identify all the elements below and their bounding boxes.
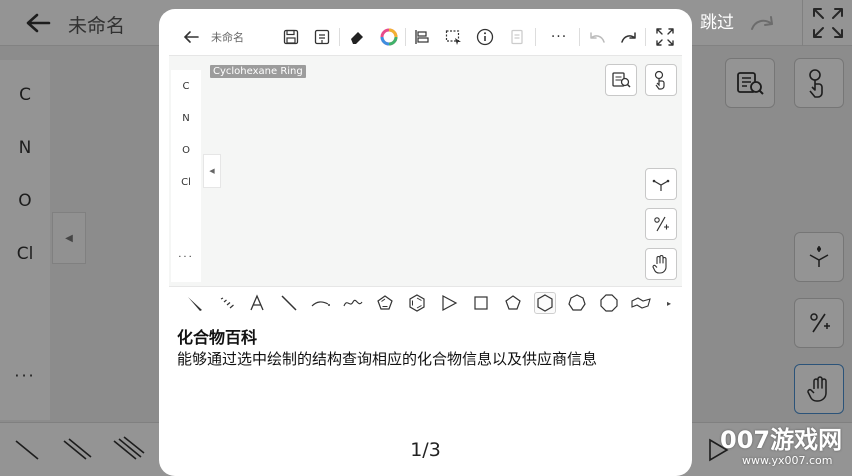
preview-element-palette: C N O Cl ··· xyxy=(171,70,201,282)
arrow-icon xyxy=(310,292,332,314)
benzene-icon xyxy=(406,292,428,314)
scroll-right-icon: ▸ xyxy=(666,298,671,308)
skip-button[interactable]: 跳过 xyxy=(690,10,744,36)
triangle-icon xyxy=(438,292,460,314)
cyclopentadiene-icon xyxy=(374,292,396,314)
square-icon xyxy=(470,292,492,314)
functional-group-icon xyxy=(645,168,677,200)
charge-tool-icon xyxy=(645,208,677,240)
tutorial-card: 未命名 ··· Cyclohexane Ring C N O Cl ··· ◀ … xyxy=(159,9,692,476)
preview-document-title: 未命名 xyxy=(211,31,244,44)
color-wheel-icon xyxy=(379,27,399,47)
selection-icon xyxy=(444,27,464,47)
feature-title: 化合物百科 xyxy=(177,328,258,347)
wedge-bond-icon xyxy=(184,292,206,314)
pentagon-icon xyxy=(502,292,524,314)
document-icon xyxy=(507,27,527,47)
compound-search-icon xyxy=(605,64,637,96)
preview-shape-toolbar: ▸ xyxy=(169,286,682,318)
hand-pan-icon xyxy=(645,248,677,280)
line-icon xyxy=(278,292,300,314)
more-elements-button: ··· xyxy=(178,252,194,263)
element-cl: Cl xyxy=(181,177,191,188)
redo-icon xyxy=(619,27,639,47)
text-icon xyxy=(246,292,268,314)
info-icon xyxy=(475,27,495,47)
feature-description: 能够通过选中绘制的结构查询相应的化合物信息以及供应商信息 xyxy=(177,350,598,368)
curve-icon xyxy=(342,292,364,314)
save-icon xyxy=(281,27,301,47)
collapse-panel-icon: ◀ xyxy=(203,154,221,188)
touch-select-icon xyxy=(645,64,677,96)
undo-icon xyxy=(587,27,607,47)
element-c: C xyxy=(182,81,190,92)
page-indicator: 1/3 xyxy=(410,439,441,461)
element-o: O xyxy=(182,145,190,156)
preview-toolbar: 未命名 ··· xyxy=(169,18,682,56)
more-options-icon: ··· xyxy=(550,29,568,45)
feature-preview: 未命名 ··· Cyclohexane Ring C N O Cl ··· ◀ … xyxy=(169,18,682,318)
heptagon-icon xyxy=(566,292,588,314)
hash-bond-icon xyxy=(216,292,238,314)
hexagon-icon xyxy=(534,292,556,314)
watermark-url: www.yx007.com xyxy=(742,454,833,467)
octagon-icon xyxy=(598,292,620,314)
align-icon xyxy=(412,27,432,47)
shape-tooltip: Cyclohexane Ring xyxy=(210,65,306,78)
watermark-brand: 007游戏网 xyxy=(720,426,843,454)
fullscreen-icon xyxy=(655,27,675,47)
eraser-icon xyxy=(347,27,367,47)
chair-icon xyxy=(630,292,652,314)
back-icon xyxy=(181,27,201,47)
save-as-icon xyxy=(312,27,332,47)
element-n: N xyxy=(182,113,190,124)
